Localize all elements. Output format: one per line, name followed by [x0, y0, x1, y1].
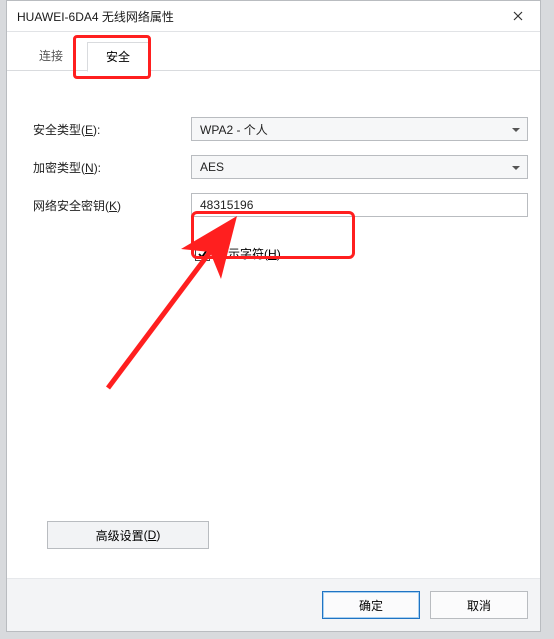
select-encryption-type-value: AES — [200, 160, 224, 174]
select-encryption-type[interactable]: AES — [191, 155, 528, 179]
close-icon — [513, 11, 523, 21]
tab-security[interactable]: 安全 — [87, 42, 149, 72]
row-security-key: 网络安全密钥(K) — [19, 193, 528, 217]
row-security-type: 安全类型(E): WPA2 - 个人 — [19, 117, 528, 141]
checkbox-show-chars[interactable] — [195, 246, 210, 261]
cancel-button[interactable]: 取消 — [430, 591, 528, 619]
dialog-window: HUAWEI-6DA4 无线网络属性 连接 安全 安全类型(E): WPA2 -… — [6, 0, 541, 632]
row-encryption-type: 加密类型(N): AES — [19, 155, 528, 179]
select-security-type-value: WPA2 - 个人 — [200, 121, 268, 138]
chevron-down-icon — [511, 162, 521, 172]
titlebar: HUAWEI-6DA4 无线网络属性 — [7, 1, 540, 32]
input-security-key[interactable] — [191, 193, 528, 217]
row-show-chars: 显示字符(H) — [195, 245, 528, 262]
dialog-button-bar: 确定 取消 — [7, 578, 540, 631]
tab-strip: 连接 安全 — [7, 32, 540, 71]
button-advanced-settings[interactable]: 高级设置(D) — [47, 521, 209, 549]
label-encryption-type: 加密类型(N): — [19, 159, 191, 176]
tab-connection[interactable]: 连接 — [21, 42, 81, 70]
label-show-chars: 显示字符(H) — [216, 245, 281, 262]
close-button[interactable] — [496, 1, 540, 31]
window-buttons — [496, 1, 540, 31]
label-security-type: 安全类型(E): — [19, 121, 191, 138]
chevron-down-icon — [511, 124, 521, 134]
select-security-type[interactable]: WPA2 - 个人 — [191, 117, 528, 141]
label-security-key: 网络安全密钥(K) — [19, 197, 191, 214]
ok-button[interactable]: 确定 — [322, 591, 420, 619]
dialog-body: 安全类型(E): WPA2 - 个人 加密类型(N): AES 网络安全密钥(K… — [19, 75, 528, 569]
check-icon — [198, 249, 208, 259]
window-title: HUAWEI-6DA4 无线网络属性 — [17, 8, 174, 25]
